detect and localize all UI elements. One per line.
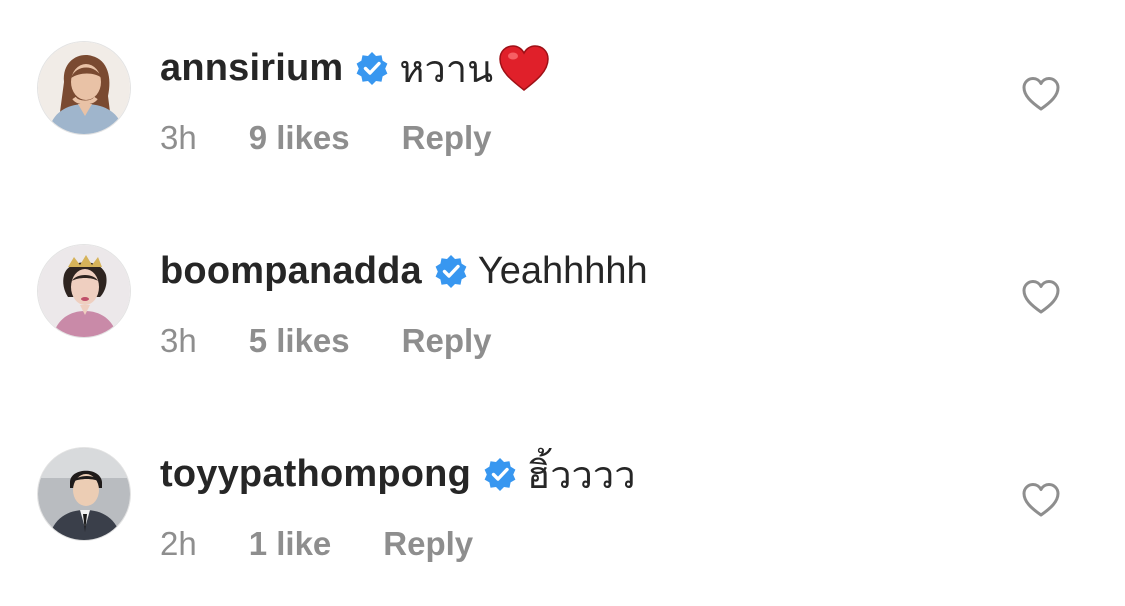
comment-item: annsirium หวาน 3h 9 likes Reply: [0, 0, 1125, 200]
comment-text: Yeahhhhh: [477, 249, 648, 292]
username[interactable]: toyypathompong: [160, 453, 471, 496]
likes-count[interactable]: 1 like: [249, 525, 332, 563]
avatar[interactable]: [37, 41, 131, 135]
comment-meta: 2h 1 like Reply: [160, 522, 473, 566]
comment-header: boompanadda Yeahhhhh: [160, 247, 648, 295]
heart-outline-icon[interactable]: [1021, 482, 1061, 518]
comment-meta: 3h 9 likes Reply: [160, 116, 492, 160]
timestamp: 2h: [160, 525, 197, 562]
comment-item: toyypathompong ฮิ้วววว 2h 1 like Reply: [0, 406, 1125, 606]
likes-count[interactable]: 5 likes: [249, 322, 350, 360]
comment-text: ฮิ้วววว: [527, 454, 636, 497]
heart-outline-icon[interactable]: [1021, 76, 1061, 112]
reply-button[interactable]: Reply: [402, 119, 492, 157]
verified-badge-icon: [355, 51, 389, 85]
comment-header: toyypathompong ฮิ้วววว: [160, 450, 636, 498]
timestamp: 3h: [160, 119, 197, 156]
reply-button[interactable]: Reply: [383, 525, 473, 563]
avatar[interactable]: [37, 244, 131, 338]
avatar[interactable]: [37, 447, 131, 541]
comment-meta: 3h 5 likes Reply: [160, 319, 492, 363]
timestamp: 3h: [160, 322, 197, 359]
verified-badge-icon: [434, 254, 468, 288]
comment-text: หวาน: [399, 48, 494, 91]
reply-button[interactable]: Reply: [402, 322, 492, 360]
comment-header: annsirium หวาน: [160, 44, 551, 92]
heart-outline-icon[interactable]: [1021, 279, 1061, 315]
username[interactable]: annsirium: [160, 47, 343, 90]
comment-item: boompanadda Yeahhhhh 3h 5 likes Reply: [0, 203, 1125, 403]
username[interactable]: boompanadda: [160, 250, 422, 293]
heart-emoji: [497, 43, 551, 93]
verified-badge-icon: [483, 457, 517, 491]
likes-count[interactable]: 9 likes: [249, 119, 350, 157]
